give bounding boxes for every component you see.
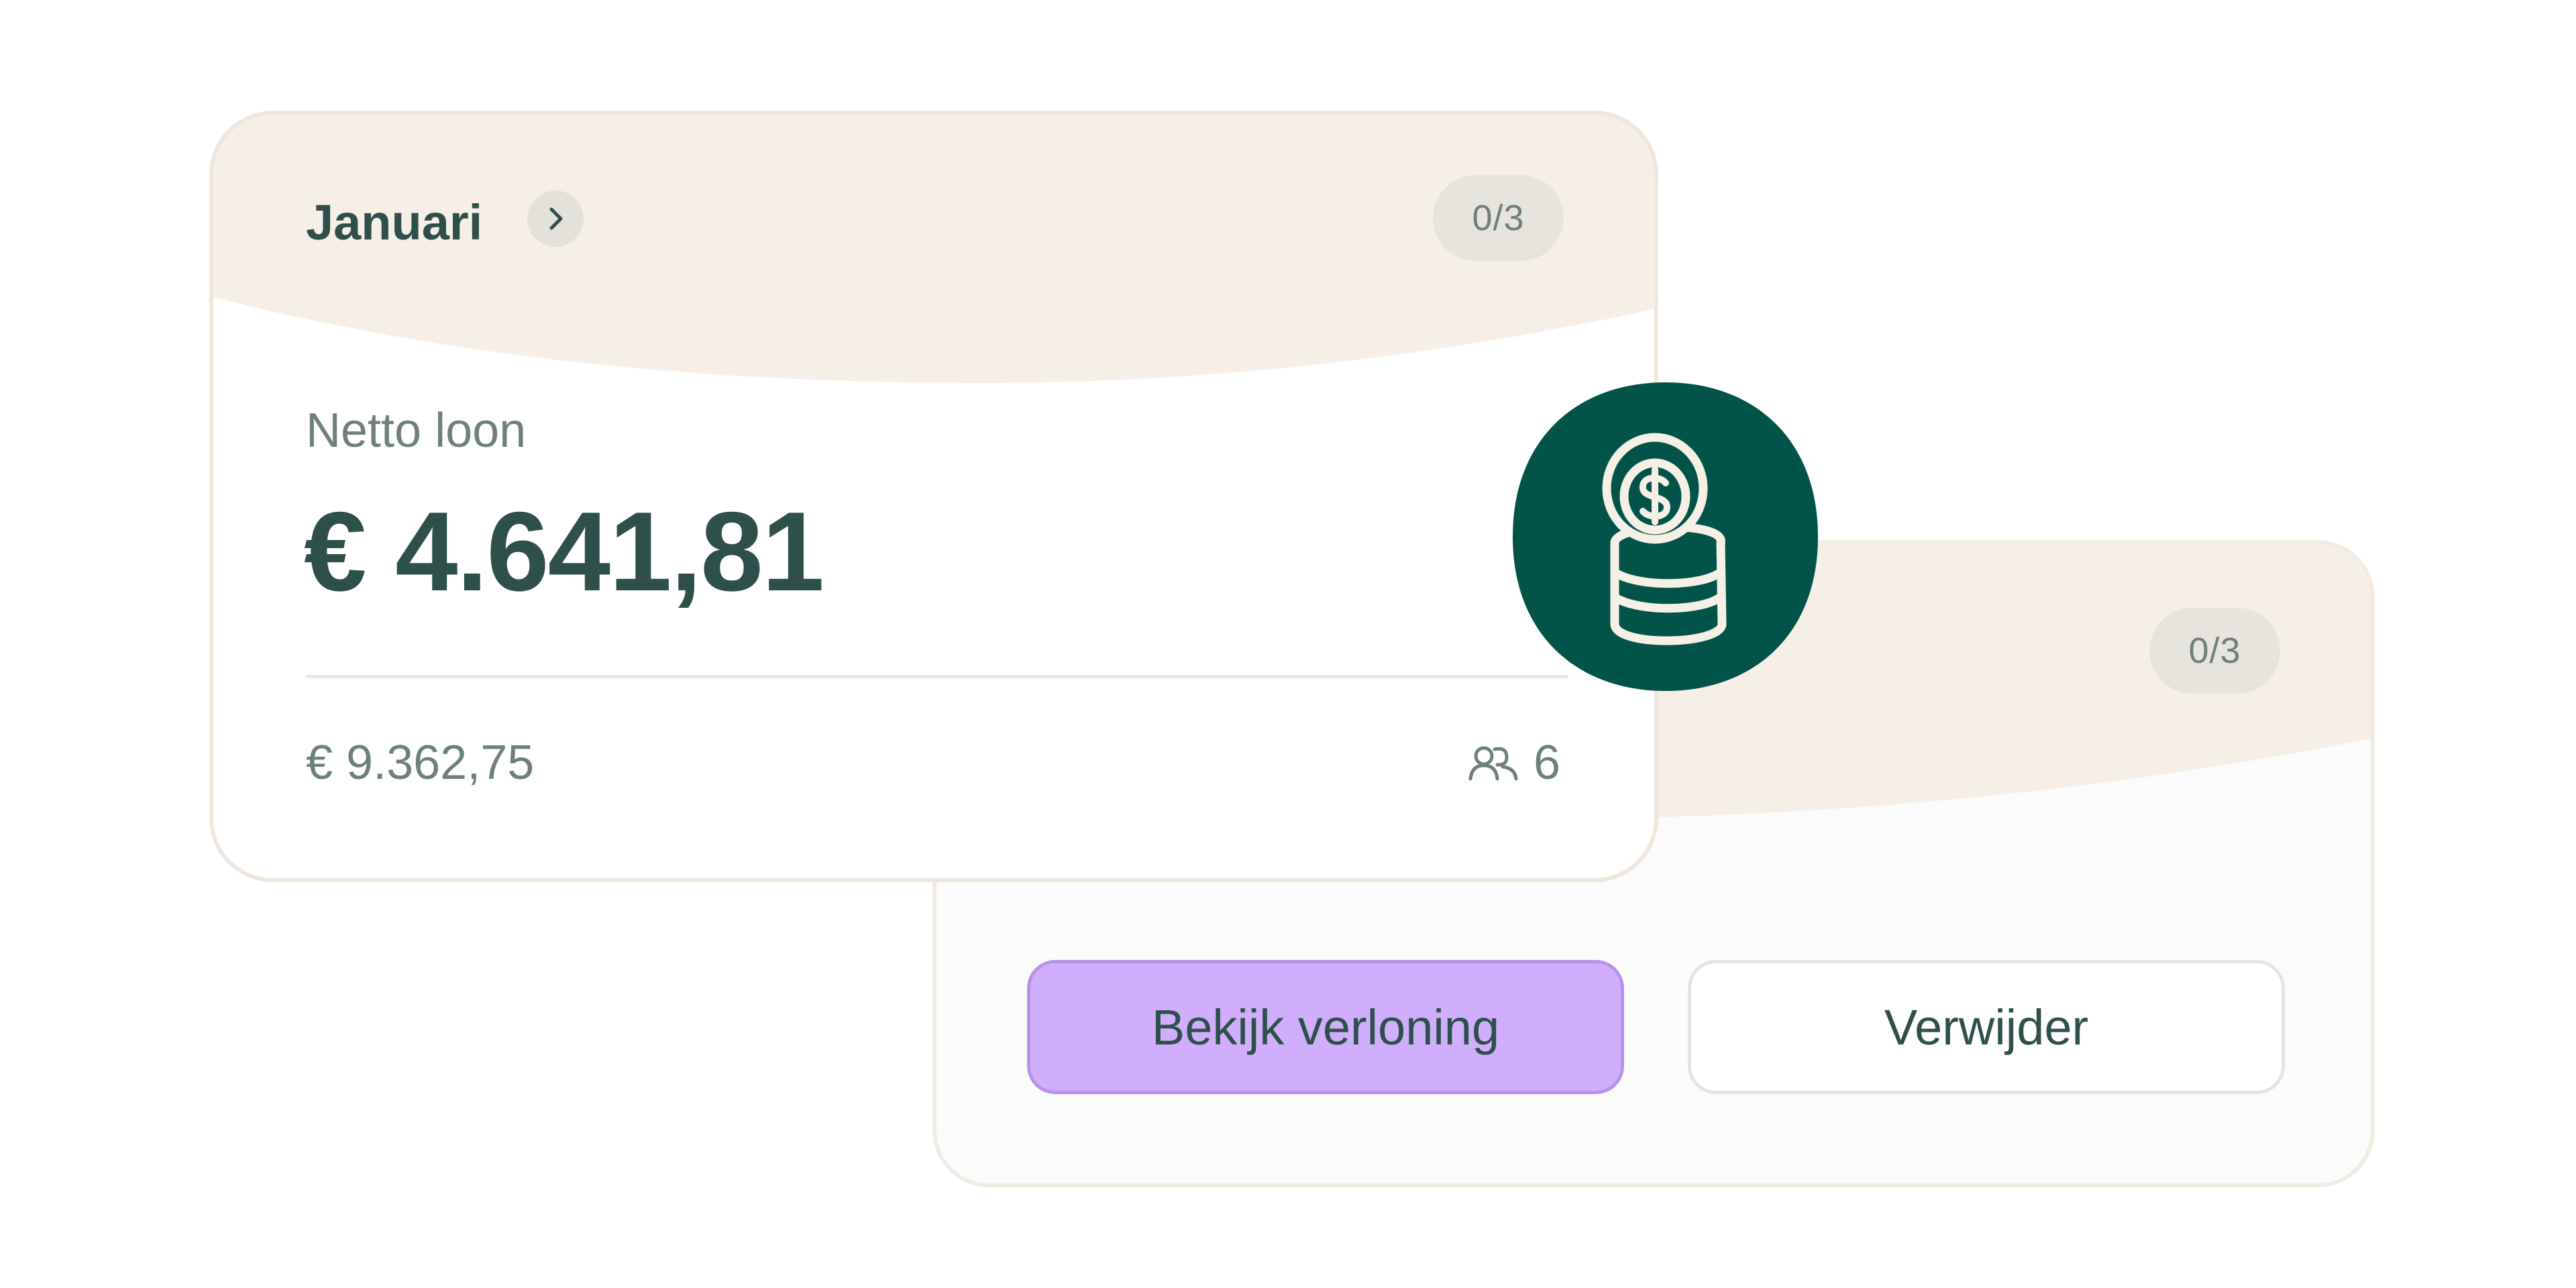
divider — [306, 675, 1568, 678]
gross-salary-amount: € 9.362,75 — [306, 736, 535, 790]
card-header-band — [213, 115, 1654, 383]
employee-count-value: 6 — [1533, 736, 1560, 790]
month-title: Januari — [306, 195, 483, 250]
employee-count: 6 — [1468, 735, 1560, 790]
progress-badge: 0/3 — [1433, 175, 1564, 261]
coin-stack-dollar-icon — [1513, 382, 1818, 691]
chevron-right-icon — [549, 207, 563, 230]
payroll-illustration: 0/3 Bekijk verloning Verwijder Januari 0… — [0, 0, 2576, 1288]
month-next-button[interactable] — [527, 191, 584, 247]
view-payroll-button[interactable]: Bekijk verloning — [1027, 960, 1624, 1094]
payroll-card-front[interactable]: Januari 0/3 Netto loon € 4.641,81 € 9.36… — [209, 111, 1658, 882]
delete-button[interactable]: Verwijder — [1688, 960, 2285, 1094]
progress-badge: 0/3 — [2149, 608, 2280, 694]
net-salary-label: Netto loon — [306, 404, 527, 458]
people-icon — [1468, 746, 1518, 781]
net-salary-amount: € 4.641,81 — [304, 488, 824, 614]
